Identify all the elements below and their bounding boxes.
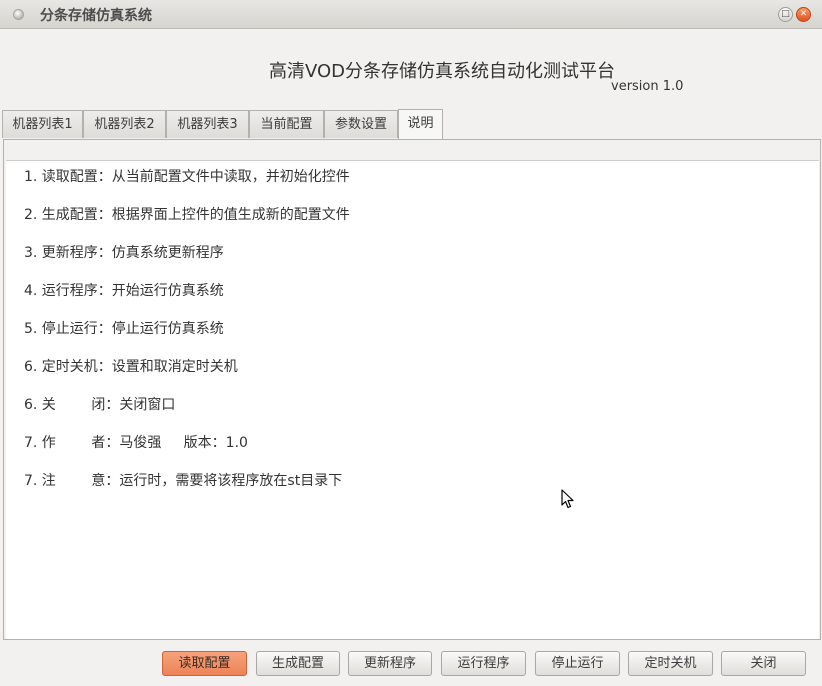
window-title: 分条存储仿真系统 [40, 8, 152, 24]
tab-machine-list-3[interactable]: 机器列表3 [166, 110, 249, 138]
update-program-button[interactable]: 更新程序 [348, 651, 432, 676]
tab-machine-list-1[interactable]: 机器列表1 [2, 110, 83, 138]
tab-parameter-settings[interactable]: 参数设置 [324, 110, 398, 138]
help-line: 7. 注 意：运行时，需要将该程序放在st目录下 [24, 473, 343, 489]
timed-shutdown-button[interactable]: 定时关机 [628, 651, 713, 676]
app-heading: 高清VOD分条存储仿真系统自动化测试平台 [268, 61, 616, 82]
help-line: 7. 作 者：马俊强 版本：1.0 [24, 435, 248, 451]
window-menu-icon[interactable] [13, 9, 24, 20]
help-line: 6. 关 闭：关闭窗口 [24, 397, 176, 413]
tab-panel: 1. 读取配置：从当前配置文件中读取，并初始化控件 2. 生成配置：根据界面上控… [3, 139, 821, 640]
help-line: 5. 停止运行：停止运行仿真系统 [24, 321, 224, 337]
generate-config-button[interactable]: 生成配置 [256, 651, 340, 676]
help-line: 3. 更新程序：仿真系统更新程序 [24, 245, 224, 261]
stop-run-button[interactable]: 停止运行 [535, 651, 620, 676]
mouse-pointer-icon [561, 489, 574, 509]
help-line: 1. 读取配置：从当前配置文件中读取，并初始化控件 [24, 169, 350, 185]
read-config-button[interactable]: 读取配置 [162, 651, 247, 676]
title-bar: 分条存储仿真系统 □ ✕ [0, 0, 822, 29]
help-line: 2. 生成配置：根据界面上控件的值生成新的配置文件 [24, 207, 350, 223]
close-icon[interactable]: ✕ [796, 7, 811, 22]
tab-machine-list-2[interactable]: 机器列表2 [83, 110, 166, 138]
close-button[interactable]: 关闭 [721, 651, 806, 676]
instructions-content: 1. 读取配置：从当前配置文件中读取，并初始化控件 2. 生成配置：根据界面上控… [6, 160, 819, 639]
tab-instructions[interactable]: 说明 [398, 109, 443, 139]
help-line: 4. 运行程序：开始运行仿真系统 [24, 283, 224, 299]
app-version: version 1.0 [611, 79, 684, 94]
help-line: 6. 定时关机：设置和取消定时关机 [24, 359, 238, 375]
maximize-icon[interactable]: □ [778, 7, 793, 22]
run-program-button[interactable]: 运行程序 [441, 651, 526, 676]
tab-current-config[interactable]: 当前配置 [249, 110, 324, 138]
